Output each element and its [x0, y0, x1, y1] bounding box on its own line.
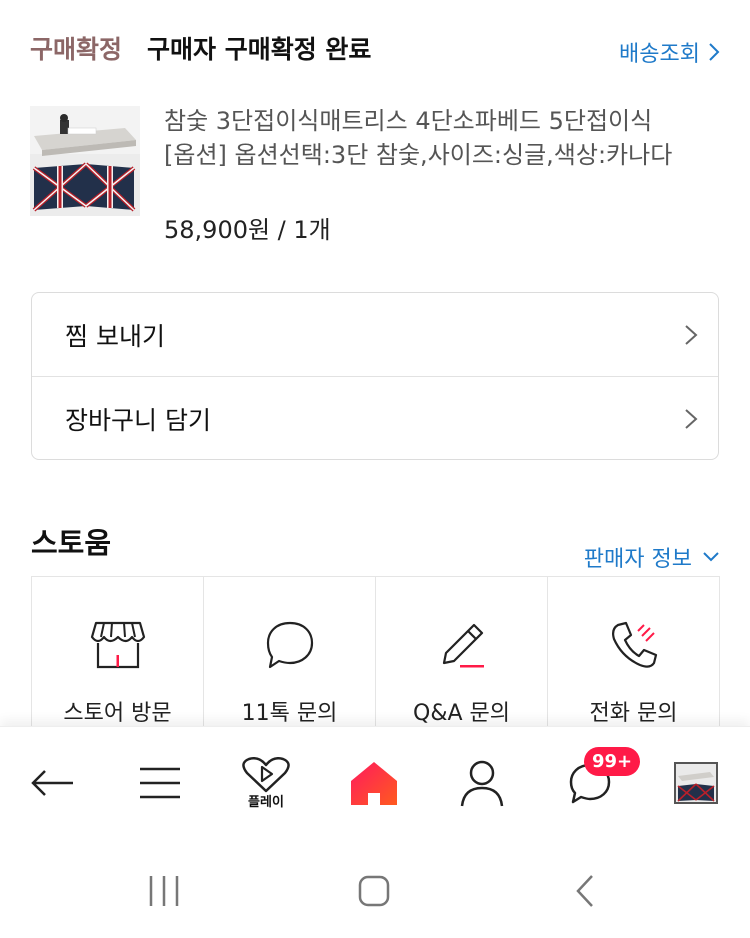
- product-name: 참숯 3단접이식매트리스 4단소파베드 5단접이식: [164, 107, 653, 135]
- wishlist-send-button[interactable]: 찜 보내기: [32, 293, 718, 377]
- recent-apps-icon[interactable]: [148, 874, 180, 908]
- store-visit-label: 스토어 방문: [63, 701, 172, 726]
- user-icon: [460, 760, 504, 807]
- home-icon: [351, 762, 397, 805]
- add-to-cart-label: 장바구니 담기: [65, 406, 211, 435]
- system-navigation-bar: [0, 846, 750, 938]
- my-page-button[interactable]: [452, 753, 512, 813]
- qna-inquiry-label: Q&A 문의: [413, 701, 510, 726]
- back-arrow-icon: [31, 770, 73, 796]
- play-label: 플레이: [248, 794, 284, 810]
- product-actions: 찜 보내기 장바구니 담기: [31, 292, 719, 460]
- talk-badge: 99+: [584, 747, 641, 776]
- home-system-icon[interactable]: [357, 874, 391, 908]
- product-thumbnail[interactable]: [30, 106, 140, 216]
- back-button[interactable]: [22, 753, 82, 813]
- seller-info-label: 판매자 정보: [583, 547, 692, 572]
- play-button[interactable]: 플레이: [236, 753, 296, 813]
- phone-inquiry-label: 전화 문의: [589, 701, 678, 726]
- chat-bubble-icon: [266, 621, 313, 669]
- status-label: 구매확정: [30, 35, 123, 64]
- pencil-icon: [442, 623, 484, 668]
- menu-button[interactable]: [130, 753, 190, 813]
- delivery-tracking-label: 배송조회: [619, 42, 700, 67]
- store-name: 스토움: [31, 526, 112, 560]
- store-contact-grid: 스토어 방문 11톡 문의 Q&A 문의 전화 문의: [31, 576, 720, 736]
- store-visit-button[interactable]: 스토어 방문: [32, 577, 204, 736]
- home-button[interactable]: [344, 753, 404, 813]
- seller-info-toggle[interactable]: 판매자 정보: [584, 541, 720, 573]
- menu-icon: [140, 767, 180, 799]
- delivery-tracking-link[interactable]: 배송조회: [619, 36, 720, 68]
- store-icon: [90, 621, 145, 669]
- chevron-down-icon: [703, 552, 719, 562]
- order-status-header: 구매확정 구매자 구매확정 완료 배송조회: [30, 30, 720, 68]
- status-title: 구매자 구매확정 완료: [147, 35, 372, 64]
- talk-inquiry-label: 11톡 문의: [241, 701, 338, 726]
- product-summary[interactable]: 참숯 3단접이식매트리스 4단소파베드 5단접이식 [옵션] 옵션선택:3단 참…: [30, 104, 720, 244]
- wishlist-send-label: 찜 보내기: [65, 321, 165, 351]
- product-option: [옵션] 옵션선택:3단 참숯,사이즈:싱글,색상:카나다: [164, 141, 673, 169]
- back-system-icon[interactable]: [574, 874, 596, 908]
- phone-icon: [611, 621, 657, 668]
- recent-product-button[interactable]: [666, 753, 726, 813]
- add-to-cart-button[interactable]: 장바구니 담기: [32, 377, 718, 461]
- qna-inquiry-button[interactable]: Q&A 문의: [376, 577, 548, 736]
- phone-inquiry-button[interactable]: 전화 문의: [548, 577, 719, 736]
- play-heart-icon: [242, 756, 290, 792]
- talk-inquiry-button[interactable]: 11톡 문의: [204, 577, 376, 736]
- product-price: 58,900원 / 1개: [164, 216, 331, 244]
- chevron-right-icon: [685, 409, 698, 429]
- recent-product-thumbnail: [674, 762, 718, 804]
- bottom-navigation-bar: 플레이 99+: [0, 726, 750, 846]
- chevron-right-icon: [685, 325, 698, 345]
- chevron-right-icon: [709, 43, 720, 61]
